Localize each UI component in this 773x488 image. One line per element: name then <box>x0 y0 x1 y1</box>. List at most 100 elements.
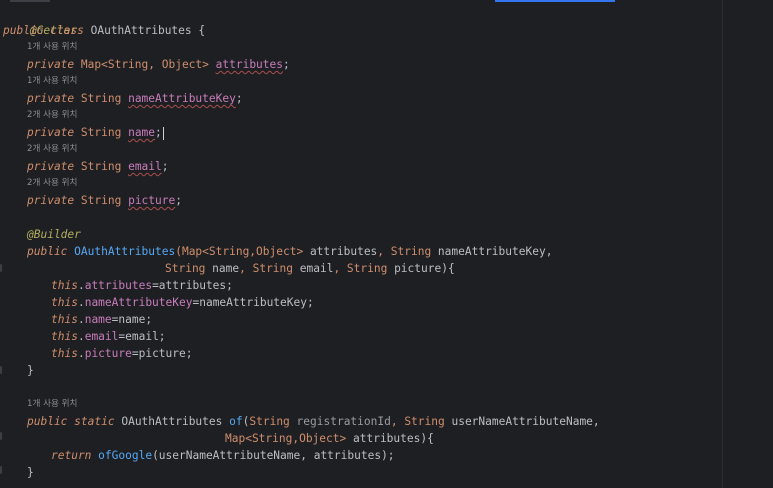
keyword: public <box>27 415 68 428</box>
type: (Map<String,Object> <box>175 245 310 258</box>
punctuation: ; <box>161 160 169 173</box>
expression: =email; <box>118 330 166 343</box>
punctuation: ; <box>155 126 162 139</box>
punctuation: ){ <box>441 262 455 275</box>
parameter: email <box>299 262 334 275</box>
code-line[interactable]: this.name=name; <box>3 311 152 328</box>
keyword: this <box>51 279 78 292</box>
horizontal-scroll-thumb[interactable] <box>495 0 615 2</box>
usage-hint[interactable]: 1개 사용 위치 <box>27 396 77 413</box>
top-tick <box>10 0 50 2</box>
annotation: @Builder <box>27 228 81 241</box>
parameter: nameAttributeKey <box>437 245 546 258</box>
type: Map<String, Object> <box>80 58 209 71</box>
code-line[interactable]: private String picture; <box>3 192 182 209</box>
field-name: attributes <box>84 279 153 292</box>
fold-marker[interactable] <box>0 264 2 272</box>
code-line[interactable]: private String nameAttributeKey; <box>3 90 243 107</box>
type: , String <box>390 415 452 428</box>
usage-hint[interactable]: 2개 사용 위치 <box>27 107 77 124</box>
method-name: of <box>229 415 243 428</box>
code-line[interactable]: } <box>3 464 34 481</box>
usage-hint[interactable]: 2개 사용 위치 <box>27 175 77 192</box>
expression: =name; <box>111 313 153 326</box>
code-line[interactable]: this.attributes=attributes; <box>3 277 233 294</box>
fold-marker[interactable] <box>0 432 2 440</box>
punctuation: , <box>592 415 600 428</box>
code-line[interactable]: this.picture=picture; <box>3 345 192 362</box>
punctuation: . <box>77 279 85 292</box>
type: String <box>80 194 122 207</box>
type: String <box>80 160 122 173</box>
expression: =picture; <box>131 347 193 360</box>
keyword: private <box>27 160 75 173</box>
punctuation: . <box>77 347 85 360</box>
usage-hint[interactable]: 1개 사용 위치 <box>27 73 77 90</box>
keyword: private <box>27 92 75 105</box>
right-margin-guide <box>722 0 723 488</box>
keyword: this <box>51 296 78 309</box>
field-name: name <box>84 313 112 326</box>
code-editor[interactable]: @Getter public class OAuthAttributes { 1… <box>0 0 773 488</box>
code-line[interactable]: String name, String email, String pictur… <box>165 260 455 277</box>
text-caret <box>162 126 164 140</box>
type: , String <box>239 262 300 275</box>
keyword: class <box>50 24 84 37</box>
punctuation: , <box>545 245 553 258</box>
keyword: return <box>51 449 92 462</box>
keyword: public <box>3 24 44 37</box>
keyword: public <box>27 245 68 258</box>
class-name: OAuthAttributes <box>121 415 223 428</box>
punctuation: ; <box>235 92 243 105</box>
code-line[interactable]: public class OAuthAttributes { <box>3 22 205 39</box>
expression: (userNameAttributeName, attributes); <box>152 449 395 462</box>
parameter: userNameAttributeName <box>451 415 593 428</box>
punctuation: { <box>191 24 206 37</box>
constructor-name: OAuthAttributes <box>74 245 176 258</box>
field-name: nameAttributeKey <box>84 296 193 309</box>
keyword: this <box>51 347 78 360</box>
method-name: ofGoogle <box>98 449 153 462</box>
type: String <box>165 262 206 275</box>
code-line[interactable]: @Builder <box>3 226 81 243</box>
fold-marker[interactable] <box>0 466 2 474</box>
expression: =attributes; <box>152 279 233 292</box>
code-line[interactable]: return ofGoogle(userNameAttributeName, a… <box>3 447 395 464</box>
code-line[interactable]: private Map<String, Object> attributes; <box>3 56 290 73</box>
parameter: picture <box>394 262 442 275</box>
keyword: this <box>51 330 78 343</box>
type: String <box>80 126 122 139</box>
code-line[interactable]: private String name; <box>3 124 164 141</box>
code-line[interactable]: this.email=email; <box>3 328 166 345</box>
punctuation: . <box>77 313 85 326</box>
code-line[interactable]: private String email; <box>3 158 169 175</box>
usage-hint[interactable]: 2개 사용 위치 <box>27 141 77 158</box>
field-name: nameAttributeKey <box>128 92 236 105</box>
parameter: registrationId <box>296 415 391 428</box>
parameter: name <box>212 262 240 275</box>
type: Map<String,Object> <box>225 432 347 445</box>
punctuation: ; <box>283 58 290 71</box>
fold-marker[interactable] <box>0 366 2 374</box>
code-line[interactable]: public OAuthAttributes(Map<String,Object… <box>3 243 552 260</box>
class-name: OAuthAttributes <box>90 24 192 37</box>
punctuation: . <box>77 296 85 309</box>
code-line[interactable]: this.nameAttributeKey=nameAttributeKey; <box>3 294 314 311</box>
type: , String <box>333 262 395 275</box>
usage-hint[interactable]: 1개 사용 위치 <box>27 39 77 56</box>
code-line[interactable]: Map<String,Object> attributes){ <box>225 430 434 447</box>
code-line[interactable]: @Getter <box>3 5 77 37</box>
punctuation: ; <box>175 194 182 207</box>
code-line[interactable]: public static OAuthAttributes of(String … <box>3 413 600 430</box>
field-name: picture <box>84 347 132 360</box>
field-name: email <box>128 160 162 173</box>
parameter: attributes <box>353 432 421 445</box>
field-name: email <box>84 330 119 343</box>
field-name: name <box>128 126 156 139</box>
type: , String <box>377 245 438 258</box>
field-name: picture <box>128 194 176 207</box>
punctuation: } <box>27 466 34 479</box>
type: String <box>80 92 122 105</box>
parameter: attributes <box>309 245 378 258</box>
code-line[interactable]: } <box>3 362 34 379</box>
